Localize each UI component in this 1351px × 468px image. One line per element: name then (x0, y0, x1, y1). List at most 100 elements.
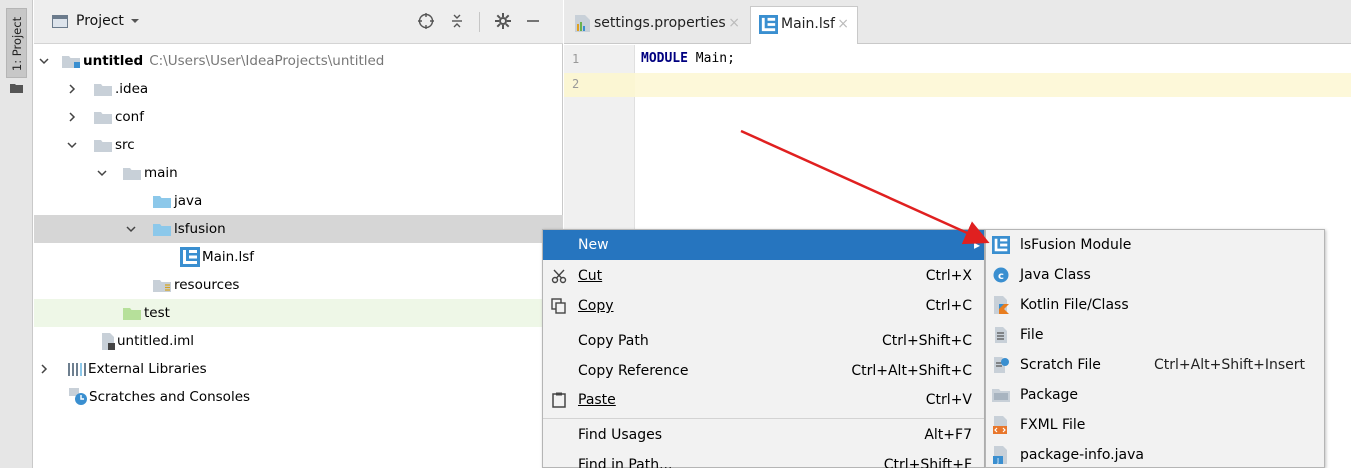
submenu-item-package-info[interactable]: J package-info.java (986, 440, 1324, 468)
tree-row-java[interactable]: java (34, 187, 563, 215)
submenu-item-kotlin-file[interactable]: Kotlin File/Class (986, 290, 1324, 320)
submenu-label: Kotlin File/Class (1020, 297, 1129, 313)
resources-folder-icon (153, 280, 171, 292)
menu-item-copy-reference[interactable]: Copy Reference Ctrl+Alt+Shift+C (543, 356, 984, 386)
scissors-icon (551, 269, 567, 284)
tree-row-iml[interactable]: untitled.iml (34, 327, 563, 355)
menu-item-copy[interactable]: Copy Ctrl+C (543, 291, 984, 321)
code-text: Main; (687, 51, 735, 66)
lsf-file-icon (180, 247, 200, 267)
menu-shortcut: Alt+F7 (924, 427, 972, 443)
folder-icon (10, 84, 23, 93)
submenu-item-fxml-file[interactable]: FXML File (986, 410, 1324, 440)
menu-label: New (578, 237, 609, 253)
tree-label: lsfusion (174, 221, 226, 237)
menu-label: Copy Path (578, 333, 649, 349)
tab-settings-properties[interactable]: settings.properties × (568, 6, 748, 44)
submenu-item-package[interactable]: Package (986, 380, 1324, 410)
tree-row-resources[interactable]: resources (34, 271, 563, 299)
menu-label: Cut (578, 268, 603, 284)
tree-row-external-libraries[interactable]: External Libraries (34, 355, 563, 383)
tab-main-lsf[interactable]: Main.lsf × (750, 6, 858, 44)
chevron-down-icon[interactable] (97, 168, 107, 178)
lsf-file-icon (759, 15, 778, 34)
svg-text:c: c (998, 271, 1004, 282)
menu-item-cut[interactable]: Cut Ctrl+X (543, 261, 984, 291)
fxml-file-icon (993, 416, 1007, 434)
chevron-right-icon[interactable] (39, 364, 49, 374)
lsf-file-icon (992, 236, 1010, 254)
module-folder-icon (62, 56, 80, 68)
tree-row-test[interactable]: test (34, 299, 563, 327)
submenu-label: Package (1020, 387, 1079, 403)
menu-item-find-usages[interactable]: Find Usages Alt+F7 (543, 420, 984, 450)
tree-row-src[interactable]: src (34, 131, 563, 159)
project-panel-title[interactable]: Project (76, 13, 124, 29)
tool-window-strip: 1: Project (0, 0, 33, 468)
chevron-right-icon[interactable] (67, 112, 77, 122)
locate-icon[interactable] (417, 12, 435, 30)
source-folder-icon (153, 196, 171, 208)
tab-label: settings.properties (594, 15, 726, 31)
iml-file-icon (102, 333, 115, 350)
folder-icon (94, 140, 112, 152)
project-tool-tab[interactable]: 1: Project (6, 8, 27, 78)
menu-shortcut: Ctrl+Shift+F (883, 457, 972, 468)
close-icon[interactable]: × (728, 6, 740, 40)
tree-row-main[interactable]: main (34, 159, 563, 187)
tree-row-lsfusion[interactable]: lsfusion (34, 215, 563, 243)
tree-label: .idea (115, 81, 149, 97)
chevron-down-icon[interactable] (67, 140, 77, 150)
submenu-item-lsfusion-module[interactable]: lsFusion Module (986, 230, 1324, 260)
submenu-label: Scratch File (1020, 357, 1101, 373)
chevron-down-icon[interactable] (130, 16, 140, 26)
gear-icon[interactable] (494, 12, 512, 30)
submenu-item-file[interactable]: File (986, 320, 1324, 350)
menu-item-new[interactable]: New ▸ (543, 230, 984, 260)
submenu-label: Java Class (1020, 267, 1091, 283)
tree-label: resources (174, 277, 240, 293)
header-divider (479, 12, 480, 32)
source-folder-icon (153, 224, 171, 236)
menu-label: Find Usages (578, 427, 663, 443)
menu-item-paste[interactable]: Paste Ctrl+V (543, 385, 984, 415)
tree-row-idea[interactable]: .idea (34, 75, 563, 103)
chevron-right-icon[interactable] (67, 84, 77, 94)
java-class-icon: c (993, 267, 1009, 283)
menu-item-find-in-path[interactable]: Find in Path... Ctrl+Shift+F (543, 450, 984, 468)
java-file-icon: J (993, 446, 1007, 464)
copy-icon (551, 298, 566, 314)
context-menu: New ▸ Cut Ctrl+X Copy Ctrl+C Copy Path C… (542, 229, 985, 468)
chevron-down-icon[interactable] (39, 56, 49, 66)
project-panel: Project untitled C:\Users\User\IdeaProjec… (34, 0, 563, 468)
tree-label: src (115, 137, 135, 153)
hide-icon[interactable] (524, 12, 542, 30)
submenu-item-java-class[interactable]: c Java Class (986, 260, 1324, 290)
submenu-label: File (1020, 327, 1044, 343)
tree-label: conf (115, 109, 144, 125)
project-panel-header: Project (34, 0, 563, 44)
tree-row-untitled[interactable]: untitled C:\Users\User\IdeaProjects\untit… (34, 47, 563, 75)
tree-row-conf[interactable]: conf (34, 103, 563, 131)
menu-shortcut: Ctrl+V (925, 392, 972, 408)
code-line[interactable]: MODULE Main; (641, 51, 735, 66)
chevron-down-icon[interactable] (126, 224, 136, 234)
collapse-all-icon[interactable] (448, 12, 466, 30)
file-icon (995, 327, 1007, 343)
project-view-icon (52, 15, 68, 28)
tree-label: untitled.iml (117, 333, 195, 349)
scratch-file-icon (994, 357, 1009, 373)
close-icon[interactable]: × (837, 7, 849, 41)
tree-row-scratches[interactable]: Scratches and Consoles (34, 383, 563, 411)
menu-shortcut: Ctrl+X (925, 268, 972, 284)
tree-row-main-lsf[interactable]: Main.lsf (34, 243, 563, 271)
line-number: 1 (572, 52, 580, 66)
kotlin-file-icon (994, 296, 1009, 314)
menu-item-copy-path[interactable]: Copy Path Ctrl+Shift+C (543, 326, 984, 356)
folder-icon (123, 168, 141, 180)
paste-icon (552, 392, 566, 408)
menu-label: Copy Reference (578, 363, 689, 379)
tree-label: untitled (83, 53, 144, 69)
tree-label: java (174, 193, 203, 209)
submenu-item-scratch-file[interactable]: Scratch File Ctrl+Alt+Shift+Insert (986, 350, 1324, 380)
